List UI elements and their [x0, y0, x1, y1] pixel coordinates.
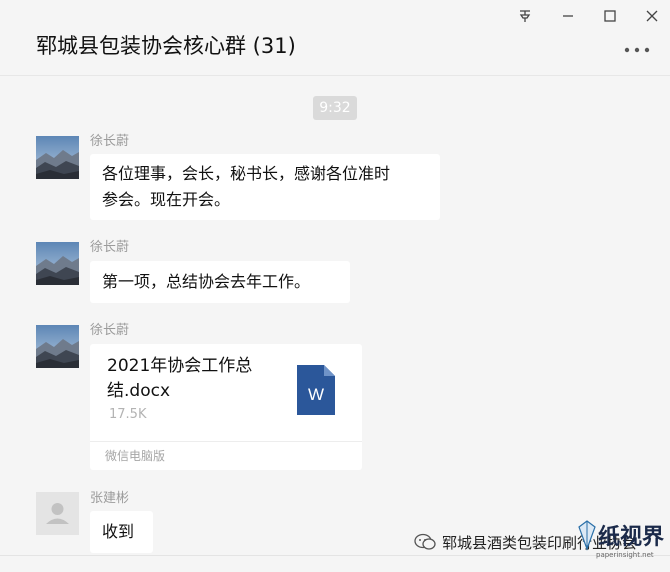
more-icon[interactable]	[622, 40, 652, 60]
message-bubble[interactable]: 第一项，总结协会去年工作。	[90, 261, 350, 303]
sender-name: 徐长蔚	[90, 240, 130, 255]
title-bar: 郓城县包装协会核心群 (31)	[0, 0, 670, 76]
word-file-icon: W	[297, 365, 335, 415]
close-icon[interactable]	[638, 4, 666, 28]
input-divider	[0, 555, 670, 556]
wechat-official-icon	[414, 533, 436, 550]
file-name-line: 结.docx	[107, 381, 171, 401]
file-name-line: 2021年协会工作总	[107, 356, 253, 376]
logo-mark-icon	[578, 520, 596, 551]
sender-name: 张建彬	[90, 491, 130, 506]
avatar[interactable]	[36, 325, 79, 368]
file-message-card[interactable]: 2021年协会工作总 结.docx 17.5K W 微信电脑版	[90, 344, 362, 470]
message-text: 收到	[102, 522, 135, 541]
chat-title: 郓城县包装协会核心群 (31)	[36, 34, 296, 58]
maximize-icon[interactable]	[596, 4, 624, 28]
avatar-placeholder[interactable]	[36, 492, 79, 535]
file-name: 2021年协会工作总 结.docx	[107, 354, 272, 404]
sender-name: 徐长蔚	[90, 134, 130, 149]
message-text-line: 参会。现在开会。	[102, 190, 231, 209]
logo-url: paperinsight.net	[596, 551, 654, 559]
message-text: 第一项，总结协会去年工作。	[102, 272, 311, 291]
file-source-label: 微信电脑版	[105, 449, 166, 463]
file-size: 17.5K	[109, 407, 147, 422]
word-icon-letter: W	[308, 385, 324, 404]
divider	[90, 441, 362, 442]
site-logo: 纸视界 paperinsight.net	[576, 517, 668, 569]
chat-area[interactable]: 9:32 徐长蔚 各位理事，会长，秘书长，感谢各位准时 参会。现在开会。 徐长蔚…	[0, 77, 670, 572]
message-text-line: 各位理事，会长，秘书长，感谢各位准时	[102, 164, 391, 183]
message-bubble[interactable]: 各位理事，会长，秘书长，感谢各位准时 参会。现在开会。	[90, 154, 440, 220]
sender-name: 徐长蔚	[90, 323, 130, 338]
pin-icon[interactable]	[511, 4, 539, 28]
minimize-icon[interactable]	[554, 4, 582, 28]
message-bubble[interactable]: 收到	[90, 511, 153, 553]
logo-text: 纸视界	[598, 524, 665, 550]
avatar[interactable]	[36, 136, 79, 179]
avatar[interactable]	[36, 242, 79, 285]
message-timestamp: 9:32	[313, 96, 357, 120]
